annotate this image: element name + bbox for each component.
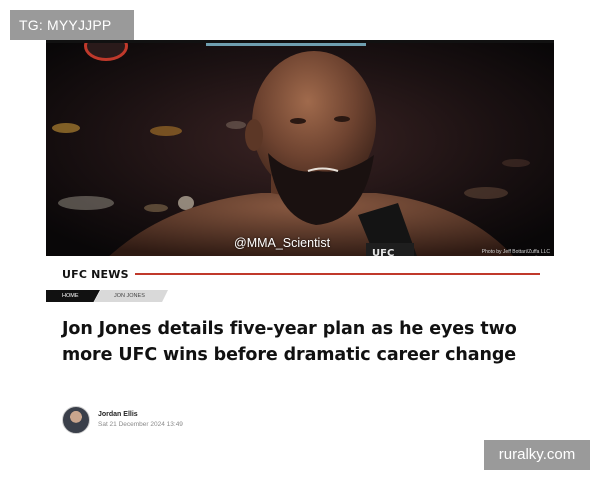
article-card: UFC @MMA_Scientist Photo by Jeff Bottari…	[46, 40, 554, 440]
byline: Jordan Ellis Sat 21 December 2024 13:49	[62, 404, 183, 436]
weibo-watermark: @MMA_Scientist	[234, 234, 538, 256]
hero-top-bar	[206, 43, 366, 46]
breadcrumb-home-link[interactable]: HOME	[46, 290, 100, 302]
section-header: UFC NEWS	[62, 266, 540, 282]
article-headline: Jon Jones details five-year plan as he e…	[62, 319, 517, 365]
author-name[interactable]: Jordan Ellis	[98, 410, 183, 420]
byline-text: Jordan Ellis Sat 21 December 2024 13:49	[98, 410, 183, 430]
publish-date: Sat 21 December 2024 13:49	[98, 421, 183, 428]
photo-credit: Photo by Jeff Bottari/Zuffa LLC	[481, 249, 550, 255]
breadcrumb-current[interactable]: JON JONES	[94, 290, 168, 302]
author-avatar[interactable]	[62, 406, 90, 434]
watermark-tg: TG: MYYJJPP	[10, 10, 134, 40]
section-title[interactable]: UFC NEWS	[62, 268, 129, 281]
section-divider	[134, 273, 540, 275]
watermark-site: ruralky.com	[484, 440, 590, 470]
hero-photo: UFC	[46, 43, 554, 256]
hero-image: UFC @MMA_Scientist Photo by Jeff Bottari…	[46, 40, 554, 256]
breadcrumb: HOME JON JONES	[46, 290, 168, 302]
